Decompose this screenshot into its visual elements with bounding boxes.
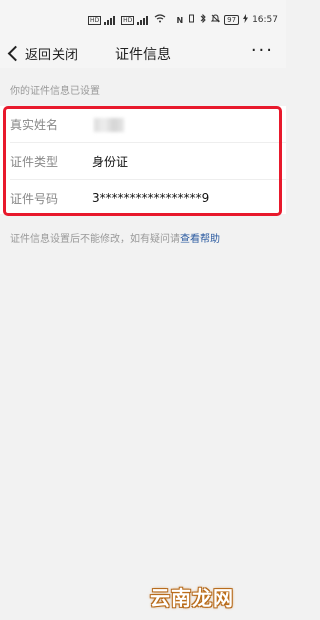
site-watermark: 云南龙网 — [150, 586, 234, 610]
nfc-icon: N — [176, 15, 184, 25]
status-right-icons: N 97 16:57 — [176, 13, 278, 26]
blurred-name — [94, 118, 124, 132]
footer-note: 证件信息设置后不能修改，如有疑问请查看帮助 — [10, 230, 220, 245]
nav-bar: 返回 关闭 证件信息 ··· — [0, 40, 286, 68]
status-bar: HD HD N 97 16:57 — [0, 0, 286, 40]
close-button[interactable]: 关闭 — [52, 44, 78, 63]
more-options-button[interactable]: ··· — [251, 40, 274, 61]
id-number-row: 证件号码 3*****************9 — [0, 180, 286, 216]
settings-notice: 你的证件信息已设置 — [10, 86, 100, 97]
vibrate-icon — [187, 14, 196, 26]
signal-icon — [137, 15, 151, 25]
wifi-icon — [154, 14, 166, 26]
battery-icon: 97 — [224, 15, 240, 25]
charging-icon — [243, 14, 249, 26]
mute-icon — [210, 14, 221, 26]
hd-icon: HD — [121, 15, 135, 25]
clock-time: 16:57 — [252, 15, 278, 25]
real-name-row: 真实姓名 — [0, 106, 286, 142]
id-type-label: 证件类型 — [10, 154, 59, 169]
id-number-value: 3*****************9 — [92, 191, 210, 205]
back-label: 返回 — [25, 48, 52, 63]
status-left-icons: HD HD — [88, 14, 166, 26]
hd-icon: HD — [88, 15, 102, 25]
real-name-label: 真实姓名 — [10, 117, 59, 132]
credential-card: 真实姓名 证件类型 身份证 证件号码 3*****************9 — [0, 106, 286, 214]
bluetooth-icon — [200, 13, 207, 26]
footer-text: 证件信息设置后不能修改，如有疑问请 — [10, 234, 180, 245]
back-button[interactable]: 返回 — [6, 44, 51, 63]
help-link[interactable]: 查看帮助 — [180, 234, 220, 245]
id-number-label: 证件号码 — [10, 191, 59, 206]
signal-icon — [104, 15, 118, 25]
id-type-value: 身份证 — [92, 154, 129, 169]
id-type-row: 证件类型 身份证 — [0, 143, 286, 179]
chevron-left-icon — [7, 45, 24, 62]
